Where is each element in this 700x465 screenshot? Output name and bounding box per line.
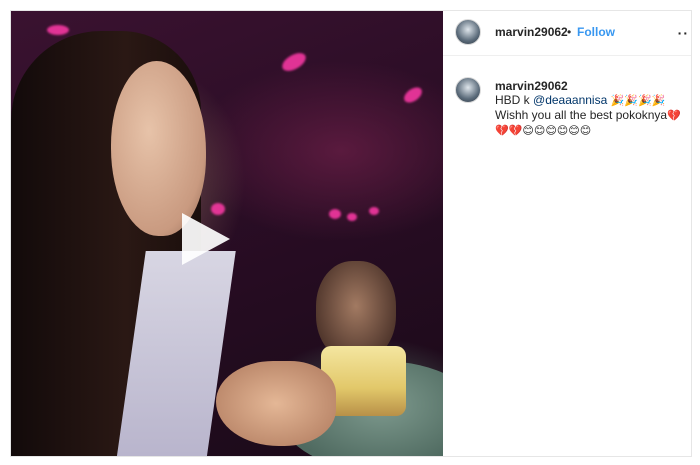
party-light [279,49,309,75]
play-icon[interactable] [182,213,230,265]
caption-username[interactable]: marvin29062 [495,79,568,93]
woman-face [111,61,206,236]
separator-dot: • [567,25,572,39]
woman-hand [216,361,336,446]
post-sidebar: marvin29062 • Follow ·· marvin29062 HBD … [443,11,691,456]
party-light [369,207,379,215]
caption-line1-prefix: HBD k [495,93,534,107]
mention-link[interactable]: @deaaannisa [533,93,607,107]
caption-username-line: marvin29062 [495,79,691,93]
caption-line-3: 💔💔😊😊😊😊😊😊 [495,123,691,138]
party-popper-emojis: 🎉🎉🎉🎉 [610,94,666,107]
party-light [47,25,69,35]
instagram-post: marvin29062 • Follow ·· marvin29062 HBD … [10,10,692,457]
more-options-icon[interactable]: ·· [678,25,689,41]
caption-line-1: HBD k @deaaannisa 🎉🎉🎉🎉 [495,93,691,108]
party-light [329,209,341,219]
caption-line-2: Wishh you all the best pokoknya💔 [495,108,691,123]
avatar[interactable] [455,77,481,103]
header-username[interactable]: marvin29062 [495,25,568,39]
post-header: marvin29062 • Follow ·· [443,11,691,56]
caption-line2-text: Wishh you all the best pokoknya [495,108,668,122]
avatar[interactable] [455,19,481,45]
party-light [401,84,425,106]
follow-button[interactable]: Follow [577,25,615,39]
caption-text: marvin29062 HBD k @deaaannisa 🎉🎉🎉🎉 Wishh… [495,79,691,138]
post-video[interactable] [11,11,443,456]
emoji-row: 💔💔😊😊😊😊😊😊 [495,124,592,137]
party-light [347,213,357,221]
broken-heart-emoji: 💔 [667,109,681,122]
